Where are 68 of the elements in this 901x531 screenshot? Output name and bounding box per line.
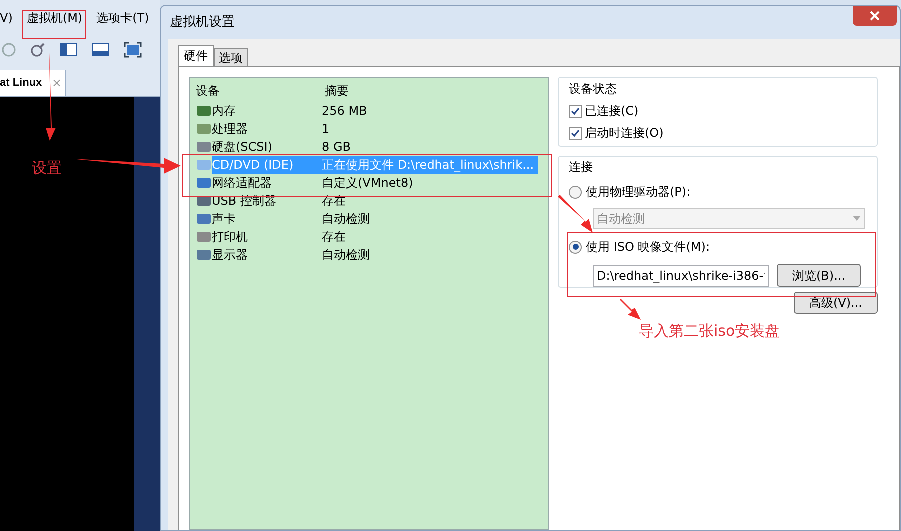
browse-button[interactable]: 浏览(B)... [777, 264, 861, 287]
device-summary: 自定义(VMnet8) [322, 175, 414, 192]
document-tab[interactable]: at Linux × [0, 70, 66, 96]
device-icon [196, 158, 212, 172]
window-title: 虚拟机设置 [169, 14, 235, 32]
device-row[interactable]: 内存 256 MB [190, 102, 548, 120]
radio-label: 使用 ISO 映像文件(M): [586, 239, 710, 256]
window-icon [92, 43, 110, 57]
device-row[interactable]: 显示器 自动检测 [190, 246, 548, 264]
close-icon [870, 11, 880, 21]
device-icon [196, 194, 212, 208]
checkbox[interactable] [569, 126, 582, 140]
annotation-arrow [620, 299, 641, 320]
close-button[interactable] [853, 6, 897, 26]
device-summary: 256 MB [322, 103, 368, 120]
column-header[interactable]: 摘要 [320, 82, 349, 100]
device-icon [196, 122, 212, 136]
device-icon [196, 212, 212, 226]
device-summary: 存在 [322, 193, 346, 210]
device-summary: 1 [322, 121, 330, 138]
device-icon [196, 140, 212, 154]
device-row[interactable]: 打印机 存在 [190, 228, 548, 246]
iso-path-combobox[interactable]: D:\redhat_linux\shrike-i386- [593, 264, 769, 286]
device-name: 打印机 [212, 229, 249, 246]
menu-item[interactable]: 选项卡(T) [96, 9, 150, 27]
radio-button[interactable] [569, 186, 582, 198]
device-row[interactable]: 声卡 自动检测 [190, 210, 548, 228]
wrench-icon [30, 42, 46, 58]
menu-item[interactable]: V) [0, 9, 13, 27]
device-name: 内存 [212, 103, 237, 120]
device-summary: 自动检测 [322, 247, 370, 264]
device-icon [196, 104, 212, 118]
device-row[interactable]: 硬盘(SCSI) 8 GB [190, 138, 548, 156]
group-title: 设备状态 [569, 81, 618, 98]
device-name: 声卡 [212, 211, 237, 228]
device-summary: 存在 [322, 229, 346, 246]
checkbox[interactable] [569, 104, 582, 118]
tab[interactable]: 选项 [214, 48, 248, 66]
annotation-text: 导入第二张iso安装盘 [639, 321, 780, 342]
device-name: 硬盘(SCSI) [212, 139, 274, 156]
device-row[interactable]: 处理器 1 [190, 120, 548, 138]
device-icon [196, 230, 212, 244]
highlight-frame [22, 10, 86, 39]
checkmark-icon [571, 128, 580, 138]
menu-item[interactable]: 虚拟机(M) [26, 9, 83, 27]
advanced-button[interactable]: 高级(V)... [794, 292, 878, 314]
device-summary: 正在使用文件 D:\redhat_linux\shrik... [322, 157, 534, 174]
fullscreen-icon [124, 42, 142, 58]
annotation-text: 设置 [32, 158, 62, 179]
device-name: 网络适配器 [212, 175, 273, 192]
window-icon [60, 43, 78, 57]
radio-button[interactable] [569, 240, 582, 254]
device-row[interactable]: 网络适配器 自定义(VMnet8) [190, 174, 548, 192]
column-header[interactable]: 设备 [190, 82, 320, 100]
device-summary: 自动检测 [322, 211, 370, 228]
device-summary: 8 GB [322, 139, 351, 156]
caret-icon [853, 216, 861, 221]
checkmark-icon [571, 106, 580, 116]
checkbox-label: 已连接(C) [585, 103, 639, 120]
radio-label: 使用物理驱动器(P): [586, 184, 691, 201]
device-name: CD/DVD (IDE) [212, 157, 295, 174]
tab[interactable]: 硬件 [178, 45, 214, 66]
device-name: 处理器 [212, 121, 249, 138]
device-icon [196, 248, 212, 262]
group-title: 连接 [569, 159, 594, 176]
checkbox-label: 启动时连接(O) [585, 125, 664, 142]
device-icon [196, 176, 212, 190]
device-name: 显示器 [212, 247, 249, 264]
